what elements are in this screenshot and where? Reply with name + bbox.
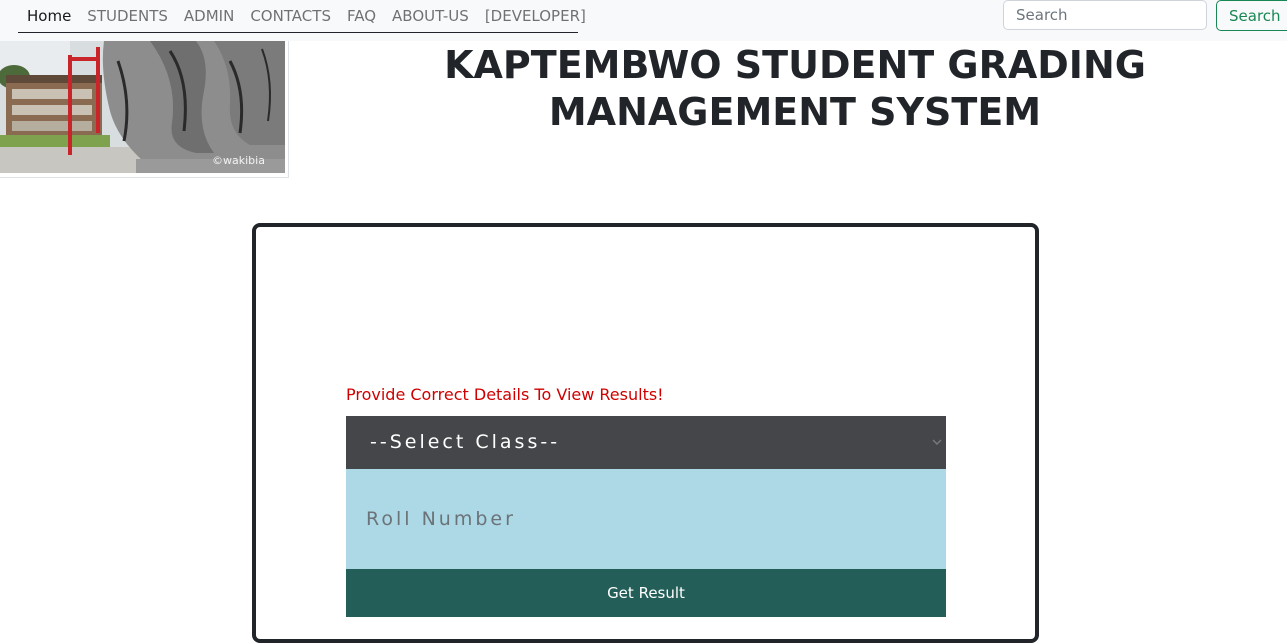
nav-contacts-link[interactable]: CONTACTS <box>250 4 331 28</box>
error-message: Provide Correct Details To View Results! <box>346 385 664 404</box>
school-elephant-photo: ©wakibia <box>0 41 285 173</box>
nav-links: Home STUDENTS ADMIN CONTACTS FAQ ABOUT-U… <box>18 0 586 33</box>
chevron-down-icon <box>932 439 942 445</box>
school-logo-image: ©wakibia <box>0 41 289 178</box>
nav-home-link[interactable]: Home <box>27 4 71 28</box>
nav-about-us-link[interactable]: ABOUT-US <box>392 4 469 28</box>
get-result-button[interactable]: Get Result <box>346 569 946 617</box>
nav-students-link[interactable]: STUDENTS <box>87 4 168 28</box>
search-button[interactable]: Search <box>1216 0 1287 31</box>
class-select[interactable]: --Select Class-- <box>346 416 946 469</box>
class-select-value: --Select Class-- <box>370 431 561 453</box>
nav-developer-link[interactable]: [DEVELOPER] <box>485 4 586 28</box>
nav-admin-link[interactable]: ADMIN <box>184 4 234 28</box>
navbar: Home STUDENTS ADMIN CONTACTS FAQ ABOUT-U… <box>0 0 1287 41</box>
roll-number-input[interactable] <box>346 469 946 569</box>
photo-watermark: ©wakibia <box>212 154 265 167</box>
nav-faq-link[interactable]: FAQ <box>347 4 376 28</box>
search-input[interactable] <box>1003 0 1207 30</box>
page-title: KAPTEMBWO STUDENT GRADING MANAGEMENT SYS… <box>444 43 1146 134</box>
